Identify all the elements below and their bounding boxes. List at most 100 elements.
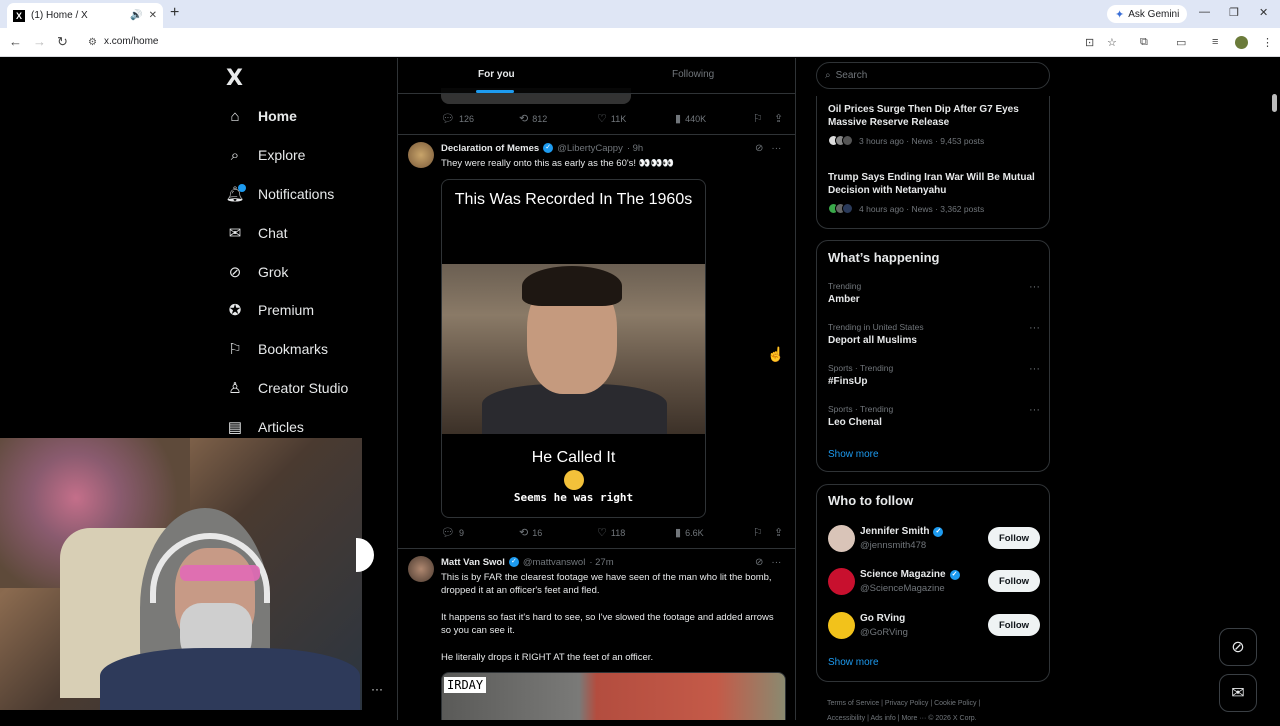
sidepanel-icon[interactable]: ▭ [1176, 36, 1186, 49]
new-tab-icon[interactable]: + [170, 5, 179, 21]
post-media[interactable]: IRDAY [441, 672, 786, 720]
post-time[interactable]: · 9h [627, 143, 643, 154]
news-item[interactable]: Trump Says Ending Iran War Will Be Mutua… [828, 171, 1038, 214]
minimize-icon[interactable]: — [1199, 6, 1210, 18]
media-sign-text: IRDAY [444, 677, 487, 693]
reply-count: 9 [458, 527, 464, 538]
post-time[interactable]: · 27m [589, 557, 613, 568]
follow-suggestion[interactable]: Go RVing @GoRVing Follow [828, 612, 1040, 642]
reload-icon[interactable]: ↻ [57, 35, 68, 49]
trend-item[interactable]: Trending Amber ··· [828, 281, 1040, 305]
bookmark-star-icon[interactable]: ☆ [1107, 36, 1117, 49]
news-item[interactable]: Oil Prices Surge Then Dip After G7 Eyes … [828, 103, 1038, 146]
grok-fab-button[interactable]: ⊘ [1219, 628, 1257, 666]
avatar[interactable] [828, 568, 855, 595]
news-meta-row: 3 hours ago · News · 9,453 posts [828, 135, 1038, 146]
url-field[interactable]: x.com/home [104, 36, 158, 47]
tab-for-you[interactable]: For you [478, 69, 515, 80]
avatar[interactable] [408, 142, 434, 168]
restore-icon[interactable]: ❐ [1229, 6, 1239, 19]
sidebar-item-articles[interactable]: ▤ Articles [226, 414, 304, 440]
reply-button[interactable]: 💬︎ 126 [441, 112, 474, 125]
author-handle[interactable]: @mattvanswol [523, 557, 585, 568]
more-icon[interactable]: ··· [1029, 363, 1040, 375]
post-button-partial[interactable] [356, 538, 374, 572]
media-icon[interactable]: ≡ [1212, 36, 1218, 48]
trend-item[interactable]: Sports · Trending #FinsUp ··· [828, 363, 1040, 387]
suggestion-name[interactable]: Go RVing [860, 613, 905, 624]
sidebar-item-explore[interactable]: ⌕ Explore [226, 142, 306, 168]
more-icon[interactable]: ··· [1029, 404, 1040, 416]
account-more-icon[interactable]: ··· [371, 682, 383, 696]
follow-button[interactable]: Follow [988, 570, 1040, 592]
menu-kebab-icon[interactable]: ⋮ [1262, 36, 1273, 49]
site-info-icon[interactable]: ⚙ [88, 37, 97, 48]
repost-button[interactable]: ⟲ 16 [519, 526, 542, 539]
sidebar-item-creator-studio[interactable]: ♙ Creator Studio [226, 375, 348, 401]
repost-icon: ⟲ [519, 527, 529, 539]
more-icon[interactable]: ··· [771, 557, 781, 568]
more-icon[interactable]: ··· [1029, 322, 1040, 334]
suggestion-name[interactable]: Science Magazine [860, 569, 946, 580]
reply-button[interactable]: 💬︎ 9 [441, 526, 464, 539]
views-button[interactable]: ▮ 6.6K [675, 526, 704, 539]
close-window-icon[interactable]: ✕ [1259, 6, 1268, 19]
search-input[interactable]: ⌕ Search [816, 62, 1050, 89]
browser-tab[interactable]: X (1) Home / X 🔊 ✕ [7, 3, 163, 28]
more-icon[interactable]: ··· [771, 143, 781, 154]
install-icon[interactable]: ⊡ [1085, 36, 1094, 49]
trend-item[interactable]: Sports · Trending Leo Chenal ··· [828, 404, 1040, 428]
follow-button[interactable]: Follow [988, 614, 1040, 636]
share-icon[interactable]: ⇪ [774, 112, 783, 125]
forward-icon[interactable]: → [33, 35, 46, 49]
suggestion-name[interactable]: Jennifer Smith [860, 526, 929, 537]
tab-following[interactable]: Following [672, 69, 714, 80]
x-logo[interactable]: X [226, 66, 243, 91]
footer-line[interactable]: Accessibility | Ads info | More ··· © 20… [827, 711, 1057, 726]
verified-badge-icon: ✓ [508, 557, 519, 567]
follow-suggestion[interactable]: Jennifer Smith ✓ @jennsmith478 Follow [828, 525, 1040, 555]
author-name[interactable]: Declaration of Memes [441, 143, 539, 154]
views-button[interactable]: ▮ 440K [675, 112, 706, 125]
messages-fab-button[interactable]: ✉ [1219, 674, 1257, 712]
like-button[interactable]: ♡ 11K [597, 112, 626, 125]
active-tab-indicator [476, 90, 514, 93]
author-handle[interactable]: @LibertyCappy [557, 143, 623, 154]
share-icon[interactable]: ⇪ [774, 526, 783, 539]
speaker-icon[interactable]: 🔊 [130, 10, 142, 21]
post-header: Declaration of Memes ✓ @LibertyCappy · 9… [441, 143, 643, 154]
close-tab-icon[interactable]: ✕ [149, 10, 157, 21]
follow-button[interactable]: Follow [988, 527, 1040, 549]
scrollbar-thumb[interactable] [1272, 94, 1277, 112]
grok-icon[interactable]: ⊘ [755, 143, 763, 154]
author-name[interactable]: Matt Van Swol [441, 557, 505, 568]
profile-avatar[interactable] [1235, 36, 1248, 49]
follow-suggestion[interactable]: Science Magazine ✓ @ScienceMagazine Follo… [828, 568, 1040, 598]
avatar[interactable] [828, 612, 855, 639]
premium-icon: ✪ [228, 302, 242, 319]
like-button[interactable]: ♡ 118 [597, 526, 625, 539]
show-more-link[interactable]: Show more [828, 449, 879, 460]
extensions-icon[interactable]: ⧉ [1140, 36, 1148, 49]
bookmark-post-icon[interactable]: ⚐ [753, 526, 763, 539]
avatar[interactable] [408, 556, 434, 582]
articles-icon: ▤ [227, 419, 243, 436]
grok-icon[interactable]: ⊘ [755, 557, 763, 568]
sidebar-item-grok[interactable]: ⊘ Grok [226, 259, 289, 285]
sidebar-item-premium[interactable]: ✪ Premium [226, 297, 314, 323]
footer-line[interactable]: Terms of Service | Privacy Policy | Cook… [827, 696, 1057, 711]
back-icon[interactable]: ← [9, 35, 22, 49]
avatar[interactable] [828, 525, 855, 552]
more-icon[interactable]: ··· [1029, 281, 1040, 293]
sidebar-item-chat[interactable]: ✉ Chat [226, 220, 288, 246]
show-more-link[interactable]: Show more [828, 657, 879, 668]
bookmark-post-icon[interactable]: ⚐ [753, 112, 763, 125]
post-media[interactable]: This Was Recorded In The 1960s He Called… [441, 179, 706, 518]
sidebar-item-home[interactable]: ⌂ Home [226, 103, 296, 129]
repost-button[interactable]: ⟲ 812 [519, 112, 547, 125]
avatar-stack [828, 135, 853, 146]
sidebar-item-bookmarks[interactable]: ⚐ Bookmarks [226, 336, 328, 362]
grok-icon: ⊘ [1231, 639, 1245, 656]
trend-item[interactable]: Trending in United States Deport all Musl… [828, 322, 1040, 346]
ask-gemini-button[interactable]: ✦ Ask Gemini [1107, 5, 1188, 23]
